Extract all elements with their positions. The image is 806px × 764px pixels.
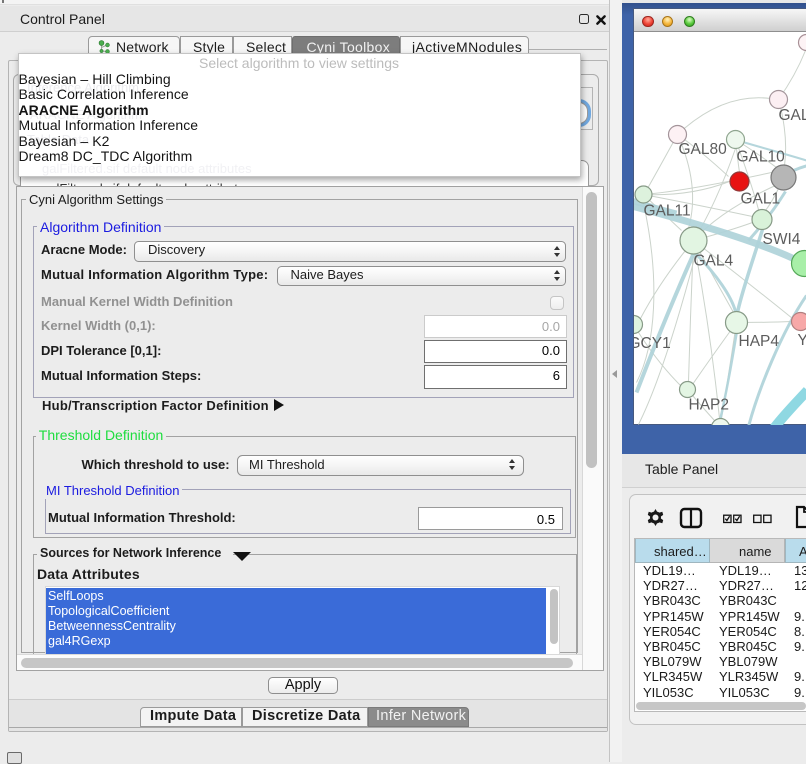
svg-text:GAL10: GAL10 xyxy=(736,148,785,165)
svg-text:GAL11: GAL11 xyxy=(643,202,690,219)
svg-text:SWI4: SWI4 xyxy=(762,231,800,248)
svg-text:GAL4: GAL4 xyxy=(693,252,733,269)
svg-text:Y: Y xyxy=(797,332,806,349)
svg-text:GCY1: GCY1 xyxy=(634,335,671,352)
svg-text:HAP2: HAP2 xyxy=(688,396,729,413)
svg-text:GAL1: GAL1 xyxy=(740,190,780,207)
svg-text:HAP4: HAP4 xyxy=(738,333,779,350)
svg-text:GAL80: GAL80 xyxy=(678,141,727,158)
svg-text:GAL2: GAL2 xyxy=(778,107,806,124)
